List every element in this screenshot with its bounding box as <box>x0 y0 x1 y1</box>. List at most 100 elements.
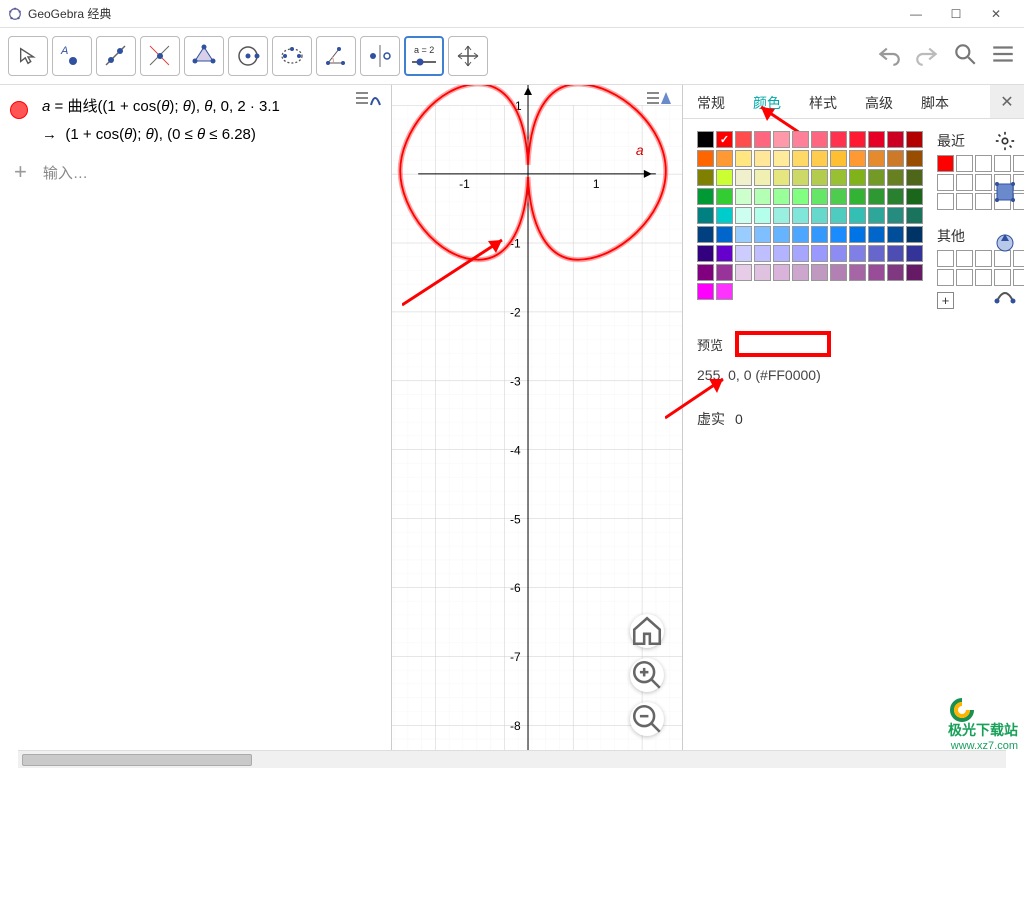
graph-panel-menu-icon[interactable] <box>644 87 674 116</box>
recent-swatch[interactable] <box>937 174 954 191</box>
tab-color[interactable]: 颜色 <box>739 85 795 118</box>
color-swatch[interactable] <box>716 226 733 243</box>
color-swatch[interactable] <box>811 226 828 243</box>
color-swatch[interactable] <box>754 131 771 148</box>
color-swatch[interactable] <box>887 188 904 205</box>
tool-angle[interactable] <box>316 36 356 76</box>
color-swatch[interactable] <box>792 207 809 224</box>
color-swatch[interactable] <box>773 226 790 243</box>
color-swatch[interactable] <box>868 169 885 186</box>
tab-general[interactable]: 常规 <box>683 85 739 118</box>
add-color-button[interactable]: + <box>937 292 954 309</box>
color-swatch[interactable] <box>735 131 752 148</box>
color-swatch[interactable] <box>697 131 714 148</box>
color-swatch[interactable] <box>754 150 771 167</box>
color-swatch[interactable] <box>716 283 733 300</box>
color-swatch[interactable] <box>735 245 752 262</box>
side-conic-icon[interactable] <box>994 232 1016 259</box>
color-swatch[interactable] <box>811 169 828 186</box>
recent-swatch[interactable] <box>975 193 992 210</box>
color-swatch[interactable] <box>754 226 771 243</box>
color-swatch[interactable] <box>830 169 847 186</box>
close-button[interactable]: ✕ <box>976 0 1016 28</box>
color-swatch[interactable] <box>697 226 714 243</box>
color-swatch[interactable] <box>735 150 752 167</box>
horizontal-scrollbar[interactable] <box>18 750 1006 768</box>
color-swatch[interactable] <box>830 264 847 281</box>
tool-polygon[interactable] <box>184 36 224 76</box>
color-swatch[interactable] <box>754 264 771 281</box>
redo-button[interactable] <box>914 41 940 72</box>
tool-move[interactable] <box>8 36 48 76</box>
color-swatch[interactable] <box>811 188 828 205</box>
color-swatch[interactable] <box>754 188 771 205</box>
color-swatch[interactable] <box>754 207 771 224</box>
color-swatch[interactable] <box>735 169 752 186</box>
color-palette[interactable] <box>697 131 923 300</box>
recent-swatch[interactable] <box>975 155 992 172</box>
color-swatch[interactable] <box>792 245 809 262</box>
color-swatch[interactable] <box>773 150 790 167</box>
tool-point[interactable]: A <box>52 36 92 76</box>
color-swatch[interactable] <box>887 264 904 281</box>
zoom-out-button[interactable] <box>630 702 664 736</box>
color-swatch[interactable] <box>906 207 923 224</box>
color-swatch[interactable] <box>773 245 790 262</box>
color-swatch[interactable] <box>773 264 790 281</box>
color-swatch[interactable] <box>849 131 866 148</box>
color-swatch[interactable] <box>697 283 714 300</box>
algebra-panel-menu-icon[interactable] <box>353 87 383 116</box>
color-swatch[interactable] <box>868 150 885 167</box>
color-swatch[interactable] <box>697 207 714 224</box>
algebra-row[interactable]: a = 曲线((1 + cos(θ); θ), θ, 0, 2 · 3.1 → … <box>0 91 391 151</box>
tool-circle[interactable] <box>228 36 268 76</box>
recent-swatch[interactable] <box>937 155 954 172</box>
color-swatch[interactable] <box>716 207 733 224</box>
color-swatch[interactable] <box>716 131 733 148</box>
side-curve-icon[interactable] <box>994 283 1016 310</box>
color-swatch[interactable] <box>868 226 885 243</box>
tab-script[interactable]: 脚本 <box>907 85 963 118</box>
tool-perpendicular[interactable] <box>140 36 180 76</box>
tool-moveview[interactable] <box>448 36 488 76</box>
recent-swatch[interactable] <box>956 155 973 172</box>
color-swatch[interactable] <box>906 264 923 281</box>
color-swatch[interactable] <box>792 264 809 281</box>
color-swatch[interactable] <box>735 207 752 224</box>
color-swatch[interactable] <box>735 226 752 243</box>
other-swatch[interactable] <box>975 250 992 267</box>
side-point-icon[interactable] <box>994 181 1016 208</box>
properties-close-button[interactable]: ✕ <box>990 85 1024 118</box>
color-swatch[interactable] <box>697 188 714 205</box>
color-swatch[interactable] <box>830 226 847 243</box>
visibility-dot[interactable] <box>10 101 28 119</box>
color-swatch[interactable] <box>887 207 904 224</box>
color-swatch[interactable] <box>849 169 866 186</box>
color-swatch[interactable] <box>773 188 790 205</box>
color-swatch[interactable] <box>849 245 866 262</box>
color-swatch[interactable] <box>906 150 923 167</box>
color-swatch[interactable] <box>830 131 847 148</box>
color-swatch[interactable] <box>754 169 771 186</box>
color-swatch[interactable] <box>887 169 904 186</box>
color-swatch[interactable] <box>697 169 714 186</box>
color-swatch[interactable] <box>811 207 828 224</box>
tool-line[interactable] <box>96 36 136 76</box>
zoom-in-button[interactable] <box>630 658 664 692</box>
other-swatch[interactable] <box>937 269 954 286</box>
color-swatch[interactable] <box>887 245 904 262</box>
color-swatch[interactable] <box>906 169 923 186</box>
color-swatch[interactable] <box>754 245 771 262</box>
color-swatch[interactable] <box>716 245 733 262</box>
tool-conic[interactable] <box>272 36 312 76</box>
minimize-button[interactable]: — <box>896 0 936 28</box>
menu-button[interactable] <box>990 41 1016 72</box>
undo-button[interactable] <box>876 41 902 72</box>
color-swatch[interactable] <box>735 188 752 205</box>
color-swatch[interactable] <box>792 131 809 148</box>
color-swatch[interactable] <box>868 188 885 205</box>
color-swatch[interactable] <box>716 264 733 281</box>
tab-style[interactable]: 样式 <box>795 85 851 118</box>
color-swatch[interactable] <box>735 264 752 281</box>
color-swatch[interactable] <box>868 131 885 148</box>
